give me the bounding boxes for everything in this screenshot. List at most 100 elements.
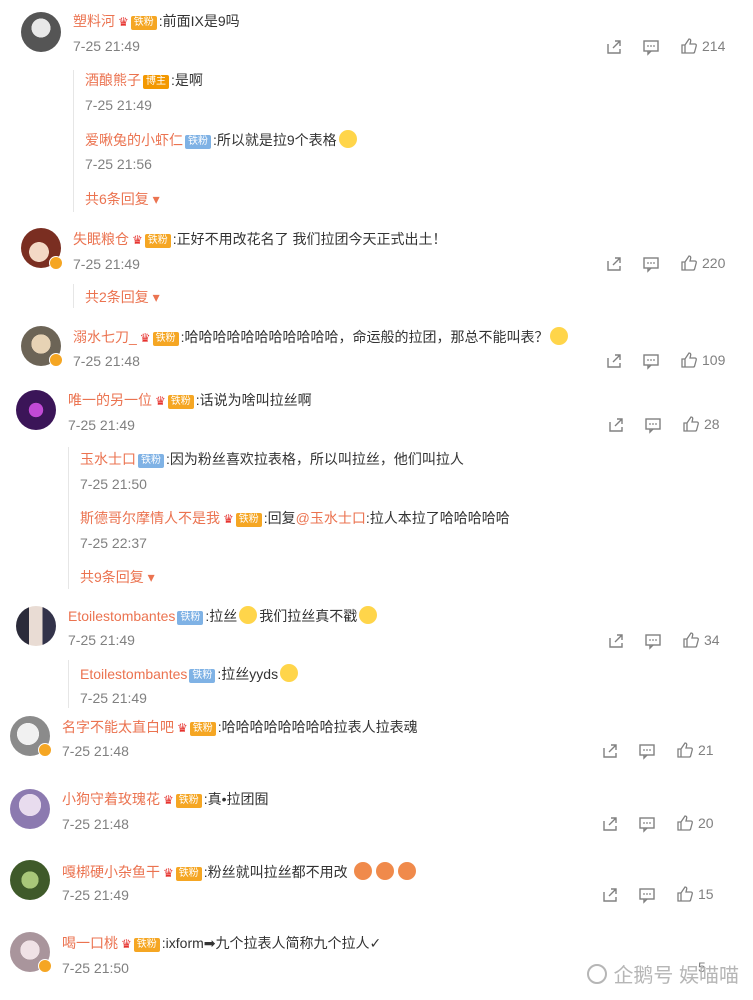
emoji-icon	[359, 606, 378, 624]
comment-button[interactable]	[638, 886, 656, 904]
reply-author[interactable]: 玉水士口 铁粉:因为粉丝喜欢拉表格，所以叫拉丝，他们叫拉人	[80, 450, 464, 468]
comment-button[interactable]	[644, 632, 662, 650]
crown-icon: ♛	[132, 233, 143, 247]
like-button[interactable]: 34	[682, 631, 720, 649]
fan-badge: 铁粉	[177, 611, 204, 625]
share-icon	[603, 744, 617, 758]
fan-badge: 铁粉	[152, 332, 179, 346]
comment-button[interactable]	[644, 416, 662, 434]
share-icon	[603, 888, 617, 902]
comment-button[interactable]	[638, 815, 656, 833]
verified-icon	[49, 353, 63, 367]
share-icon	[607, 40, 621, 54]
reply-time: 7-25 22:37	[80, 535, 147, 551]
like-count: 21	[698, 742, 714, 758]
comment-icon	[643, 40, 659, 56]
share-button[interactable]	[607, 632, 625, 650]
penguin-logo-icon	[587, 964, 608, 984]
comment-author[interactable]: 唯一的另一位 ♛ 铁粉:话说为啥叫拉丝啊	[68, 391, 312, 410]
comment-author[interactable]: 喝一口桃 ♛ 铁粉:ixform➡九个拉表人简称九个拉人✓	[62, 934, 381, 953]
comment-button[interactable]	[638, 742, 656, 760]
avatar[interactable]	[16, 606, 56, 646]
comment-time: 7-25 21:49	[62, 887, 129, 903]
comment-text: :话说为啥叫拉丝啊	[195, 392, 312, 408]
emoji-icon	[338, 130, 357, 148]
like-count: 20	[698, 815, 714, 831]
reply-divider	[73, 284, 74, 308]
comment-author[interactable]: Etoilestombantes 铁粉:拉丝 我们拉丝真不戳	[68, 606, 379, 625]
reply-time: 7-25 21:56	[85, 156, 152, 172]
comment-author[interactable]: 塑料河 ♛ 铁粉:前面IX是9吗	[73, 12, 240, 31]
thumbs-up-icon	[683, 632, 699, 648]
like-button[interactable]: 15	[676, 885, 714, 903]
emoji-icon	[375, 862, 394, 880]
reply-author[interactable]: 爱啾兔的小虾仁 铁粉:所以就是拉9个表格	[85, 130, 359, 149]
share-button[interactable]	[605, 352, 623, 370]
fan-badge: 铁粉	[175, 867, 202, 881]
verified-icon	[38, 959, 52, 973]
like-button[interactable]: 220	[680, 254, 725, 272]
comment-author[interactable]: 溺水七刀_ ♛ 铁粉:哈哈哈哈哈哈哈哈哈哈哈，命运般的拉团，那总不能叫表？	[73, 327, 570, 347]
comment-author[interactable]: 失眠粮仓 ♛ 铁粉:正好不用改花名了 我们拉团今天正式出土！	[73, 230, 447, 249]
avatar[interactable]	[21, 12, 61, 52]
like-count: 214	[702, 38, 726, 54]
share-button[interactable]	[601, 742, 619, 760]
crown-icon: ♛	[155, 394, 166, 408]
like-count: 109	[702, 352, 726, 368]
thumbs-up-icon	[683, 416, 699, 432]
comment-button[interactable]	[642, 255, 660, 273]
comment-author[interactable]: 小狗守着玫瑰花 ♛ 铁粉:真•拉团囿	[62, 790, 269, 809]
reply-time: 7-25 21:49	[85, 97, 152, 113]
avatar[interactable]	[10, 789, 50, 829]
avatar[interactable]	[16, 390, 56, 430]
crown-icon: ♛	[163, 866, 174, 880]
share-button[interactable]	[607, 416, 625, 434]
like-button[interactable]: 109	[680, 351, 725, 369]
reply-time: 7-25 21:49	[80, 690, 147, 706]
comment-time: 7-25 21:49	[73, 38, 140, 54]
reply-text-continued: :拉人本拉了哈哈哈哈哈	[365, 510, 510, 526]
like-button[interactable]: 21	[676, 741, 714, 759]
share-button[interactable]	[601, 815, 619, 833]
reply-text: :因为粉丝喜欢拉表格，所以叫拉丝，他们叫拉人	[166, 451, 464, 467]
comment-button[interactable]	[642, 38, 660, 56]
mention-link[interactable]: @玉水士口	[296, 510, 366, 526]
more-replies-link[interactable]: 共2条回复 ▾	[85, 287, 160, 307]
reply-divider	[73, 70, 74, 212]
fan-badge: 铁粉	[130, 16, 157, 30]
share-button[interactable]	[605, 38, 623, 56]
fan-badge: 铁粉	[167, 395, 194, 409]
comment-time: 7-25 21:48	[73, 353, 140, 369]
share-button[interactable]	[605, 255, 623, 273]
more-replies-link[interactable]: 共6条回复 ▾	[85, 189, 160, 209]
like-button[interactable]: 214	[680, 37, 725, 55]
reply-author[interactable]: 酒酿熊子 博主:是啊	[85, 71, 203, 89]
comment-button[interactable]	[642, 352, 660, 370]
share-button[interactable]	[601, 886, 619, 904]
reply-author[interactable]: Etoilestombantes 铁粉:拉丝yyds	[80, 664, 300, 683]
like-count: 28	[704, 416, 720, 432]
comment-text: :正好不用改花名了 我们拉团今天正式出土！	[172, 231, 447, 247]
comment-time: 7-25 21:50	[62, 960, 129, 976]
reply-author[interactable]: 斯德哥尔摩情人不是我 ♛ 铁粉:回复@玉水士口:拉人本拉了哈哈哈哈哈	[80, 509, 510, 528]
reply-text: :回复	[263, 510, 296, 526]
comment-text: :拉丝	[205, 608, 238, 624]
crown-icon: ♛	[118, 15, 129, 29]
comment-author[interactable]: 名字不能太直白吧 ♛ 铁粉:哈哈哈哈哈哈哈哈拉表人拉表魂	[62, 718, 418, 737]
like-count: 15	[698, 886, 714, 902]
like-button[interactable]: 28	[682, 415, 720, 433]
crown-icon: ♛	[121, 937, 132, 951]
fan-badge: 铁粉	[175, 794, 202, 808]
emoji-icon	[397, 862, 416, 880]
comment-author[interactable]: 嘎梆硬小杂鱼干 ♛ 铁粉:粉丝就叫拉丝都不用改	[62, 862, 418, 882]
like-button[interactable]: 20	[676, 814, 714, 832]
avatar[interactable]	[10, 860, 50, 900]
share-icon	[609, 634, 623, 648]
emoji-icon	[239, 606, 258, 624]
host-badge: 博主	[143, 75, 169, 89]
emoji-icon	[280, 664, 299, 682]
comment-text-continued: 我们拉丝真不戳	[259, 608, 358, 624]
more-replies-link[interactable]: 共9条回复 ▾	[80, 567, 155, 587]
fan-badge: 铁粉	[138, 454, 164, 468]
crown-icon: ♛	[177, 721, 188, 735]
